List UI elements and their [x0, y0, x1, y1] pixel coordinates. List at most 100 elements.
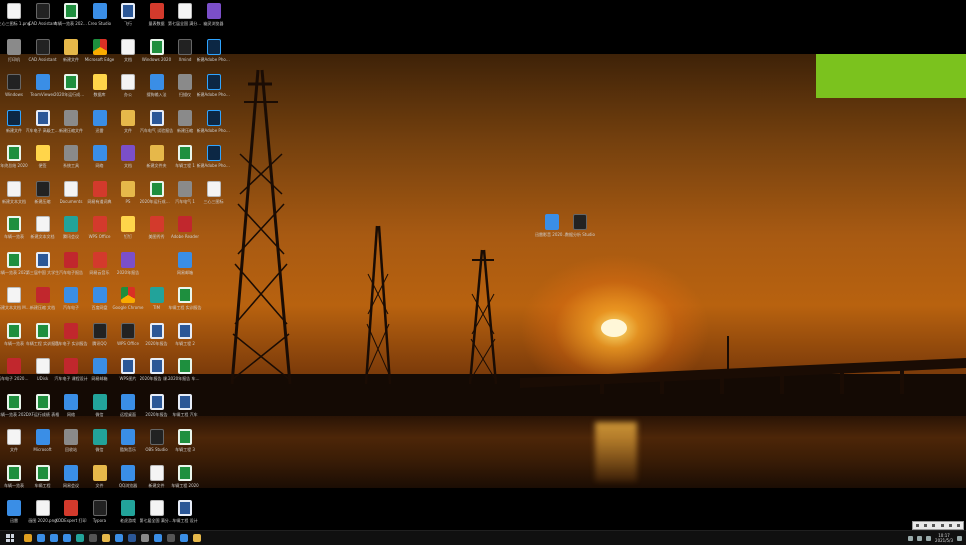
- desktop-icon[interactable]: CAD Assistant: [28, 38, 57, 62]
- desktop-icon[interactable]: KODExpert 打印: [55, 500, 87, 523]
- taskbar-app-app-icon[interactable]: [180, 534, 188, 542]
- desktop-icon[interactable]: 系统工具: [57, 145, 85, 168]
- desktop-icon[interactable]: 第七届全国 满分中学 大赛: [168, 3, 202, 26]
- desktop-icon[interactable]: 汽车电子 高级工程师: [26, 109, 60, 133]
- desktop-icon[interactable]: 网易有道词典: [86, 180, 114, 204]
- desktop-icon[interactable]: QQ浏览器: [114, 464, 142, 488]
- desktop-icon[interactable]: Typora: [86, 500, 114, 523]
- desktop-icon[interactable]: 三心三图标 1.png: [0, 3, 30, 26]
- desktop-icon[interactable]: 2020年运行成绩表: [140, 180, 174, 204]
- taskbar-app-app-icon[interactable]: [115, 534, 123, 542]
- desktop-icon[interactable]: WPS图片: [114, 358, 142, 381]
- desktop-icon[interactable]: 文件: [114, 109, 142, 133]
- desktop-icon[interactable]: Xmind: [171, 38, 199, 62]
- start-button[interactable]: [6, 534, 14, 542]
- tool-icon[interactable]: [932, 524, 936, 527]
- desktop-icon[interactable]: TIM: [143, 287, 171, 310]
- desktop-icon[interactable]: 2020年运行成绩表: [54, 74, 88, 97]
- desktop-icon[interactable]: 新建文本文档: [0, 180, 28, 204]
- taskbar-app-app-icon[interactable]: [37, 534, 45, 542]
- desktop-icon[interactable]: 第七届全国 满分中学: [140, 500, 174, 523]
- desktop-icon[interactable]: 2020年报告: [143, 322, 171, 346]
- desktop-icon[interactable]: 网易会议: [57, 464, 85, 488]
- desktop-icon[interactable]: WPS Office: [86, 216, 114, 239]
- desktop-icon[interactable]: 车辆工程 2: [171, 322, 199, 346]
- desktop-icon[interactable]: 新建Adobe Photoshop: [197, 109, 231, 133]
- desktop-icon[interactable]: 百度网盘: [86, 287, 114, 310]
- desktop-icon[interactable]: 车辆一览表 2020年: [0, 393, 31, 417]
- desktop-icon[interactable]: 迅雷影音 2020年1月: [535, 214, 569, 237]
- desktop-icon[interactable]: 迅雷: [0, 500, 28, 523]
- desktop-icon[interactable]: 车辆一览表: [0, 216, 28, 239]
- taskbar-app-gray-icon[interactable]: [141, 534, 149, 542]
- desktop-icon[interactable]: 酷狗音乐: [114, 429, 142, 452]
- desktop-icon[interactable]: 网络: [86, 145, 114, 168]
- desktop-icon[interactable]: 便签: [29, 145, 57, 168]
- desktop-icon[interactable]: 搜狗输入法: [143, 74, 171, 97]
- desktop-icon[interactable]: 新建文本文档 Music: [0, 287, 31, 310]
- desktop-icon[interactable]: UDisk: [29, 358, 57, 381]
- desktop-icon[interactable]: Documents: [57, 180, 85, 204]
- desktop-icon[interactable]: 文档: [114, 38, 142, 62]
- desktop-icon[interactable]: Creo Studio: [86, 3, 114, 26]
- taskbar-app-app-icon[interactable]: [154, 534, 162, 542]
- desktop-icon[interactable]: 微信: [86, 393, 114, 417]
- desktop-icon[interactable]: 新建文件: [143, 464, 171, 488]
- desktop-icon[interactable]: 车辆工程 实训报告: [26, 322, 59, 346]
- desktop-icon[interactable]: 2020年报告 车辆工程: [168, 358, 202, 381]
- tool-icon[interactable]: [923, 524, 927, 527]
- desktop-icon[interactable]: 新建Adobe Photoshop: [197, 145, 231, 168]
- desktop-icon[interactable]: 车辆工程 实训报告: [168, 287, 202, 310]
- desktop-icon[interactable]: DXF运行成绩 表格: [26, 393, 59, 417]
- clock[interactable]: 10:17 2021/5/3: [935, 533, 953, 543]
- tool-icon[interactable]: [915, 524, 919, 527]
- desktop-icon[interactable]: 网易云音乐: [86, 251, 114, 275]
- desktop-icon[interactable]: Microsoft: [29, 429, 57, 452]
- desktop-icon[interactable]: 老虎游戏: [114, 500, 142, 523]
- desktop-icon[interactable]: 回收站: [57, 429, 85, 452]
- desktop-icon[interactable]: 扫描仪: [171, 74, 199, 97]
- tool-icon[interactable]: [948, 524, 952, 527]
- desktop-icon[interactable]: 微信: [86, 429, 114, 452]
- desktop-icon[interactable]: Google Chrome: [112, 287, 144, 310]
- desktop-icon[interactable]: 汽车电气 1: [171, 180, 199, 204]
- desktop-icon[interactable]: 车辆一览表 2020年5月: [54, 3, 88, 26]
- desktop-icon[interactable]: 汽车电子 实训报告: [54, 322, 88, 346]
- desktop-icon[interactable]: 车辆工程 设计: [171, 500, 199, 523]
- tool-icon[interactable]: [957, 524, 961, 527]
- desktop-icon[interactable]: 打印机: [0, 38, 28, 62]
- notification-toolbar[interactable]: [912, 521, 964, 530]
- desktop-icon[interactable]: 汽车电子报告: [57, 251, 85, 275]
- taskbar-app-dark-icon[interactable]: [167, 534, 175, 542]
- desktop-icon[interactable]: 网易邮箱: [171, 251, 199, 275]
- desktop-icon[interactable]: 数据分析 Studio: [565, 214, 595, 237]
- desktop-icon[interactable]: 汽车电子: [57, 287, 85, 310]
- taskbar-app-browser-icon[interactable]: [24, 534, 32, 542]
- desktop-icon[interactable]: Microsoft Edge: [85, 38, 114, 62]
- desktop-icon[interactable]: 新建文件夹: [143, 145, 171, 168]
- desktop-icon[interactable]: 车辆一览表: [0, 464, 28, 488]
- desktop-icon[interactable]: 2020年报告 课程设计: [140, 358, 174, 381]
- desktop-icon[interactable]: 新建Adobe Photoshop: [197, 38, 231, 62]
- desktop-icon[interactable]: 文件: [86, 464, 114, 488]
- desktop-icon[interactable]: Windows: [0, 74, 28, 97]
- desktop-icon[interactable]: 钉钉: [114, 216, 142, 239]
- desktop-icon[interactable]: WPS Office: [114, 322, 142, 346]
- desktop-icon[interactable]: 量表数据: [143, 3, 171, 26]
- desktop-icon[interactable]: 幽灵浏览器: [200, 3, 228, 26]
- desktop-icon[interactable]: 网易邮箱: [86, 358, 114, 381]
- desktop-icon[interactable]: 第三届中国 大学生: [26, 251, 59, 275]
- desktop-icon[interactable]: 新建文本文档: [29, 216, 57, 239]
- volume-icon[interactable]: [917, 535, 923, 541]
- desktop[interactable]: 三心三图标 1.png CAD Assistant 车辆一览表 2020年5月Cre…: [0, 0, 966, 530]
- desktop-icon[interactable]: 三心三图标: [200, 180, 228, 204]
- tool-icon[interactable]: [940, 524, 944, 527]
- taskbar-app-app-icon[interactable]: [63, 534, 71, 542]
- input-method-icon[interactable]: [926, 535, 932, 541]
- desktop-icon[interactable]: 腾讯QQ: [86, 322, 114, 346]
- desktop-icon[interactable]: 汽车电子 2020年报告: [0, 358, 31, 381]
- desktop-icon[interactable]: 新建Adobe Photoshop: [197, 74, 231, 97]
- taskbar-app-dark-icon[interactable]: [89, 534, 97, 542]
- desktop-icon[interactable]: 迅雷: [86, 109, 114, 133]
- desktop-icon[interactable]: 办公: [114, 74, 142, 97]
